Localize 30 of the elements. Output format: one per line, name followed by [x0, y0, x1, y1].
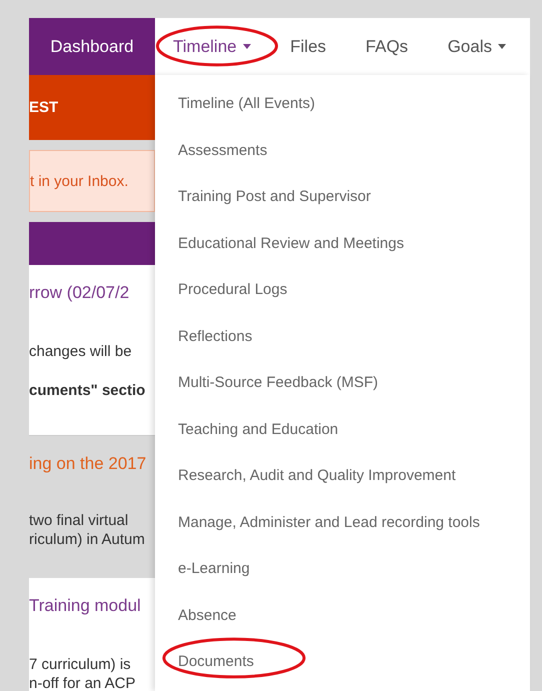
banner-text: EST	[29, 99, 58, 116]
nav-link[interactable]: Goals	[436, 18, 518, 75]
dashboard-link[interactable]: Dashboard	[29, 18, 155, 75]
menu-item[interactable]: Research, Audit and Quality Improvement	[155, 461, 479, 490]
menu-item[interactable]: Educational Review and Meetings	[155, 228, 427, 258]
news-text: cuments" sectio	[29, 382, 146, 399]
news-text: riculum) in Autum	[29, 531, 146, 548]
nav-link[interactable]: Files	[278, 18, 338, 75]
news-title[interactable]: rrow (02/07/2	[29, 283, 155, 303]
nav-link[interactable]: Timeline	[161, 18, 263, 75]
menu-item[interactable]: Training Post and Supervisor	[155, 182, 394, 211]
menu-item[interactable]: Absence	[155, 600, 260, 630]
alert-text: t in your Inbox.	[30, 172, 128, 190]
caret-icon	[242, 44, 251, 49]
menu-item[interactable]: Multi-Source Feedback (MSF)	[155, 368, 402, 397]
menu-item[interactable]: Documents	[155, 647, 277, 676]
nav-link[interactable]: FAQs	[354, 18, 420, 75]
news-title[interactable]: Training modul	[29, 596, 155, 616]
news-text: changes will be	[29, 343, 133, 360]
caret-icon	[498, 44, 506, 49]
news-text: two final virtual	[29, 512, 130, 529]
menu-item[interactable]: Manage, Administer and Lead recording tools	[155, 508, 503, 536]
menu-item[interactable]: Timeline (All Events)	[155, 89, 338, 118]
menu-item[interactable]: Assessments	[155, 136, 290, 164]
news-text: n-off for an ACP	[29, 675, 136, 691]
menu-item[interactable]: e-Learning	[155, 554, 273, 583]
menu-item[interactable]: Reflections	[155, 322, 276, 350]
menu-item[interactable]: Procedural Logs	[155, 275, 310, 304]
menu-item[interactable]: Teaching and Education	[155, 414, 362, 444]
news-text: 7 curriculum) is	[29, 656, 132, 673]
